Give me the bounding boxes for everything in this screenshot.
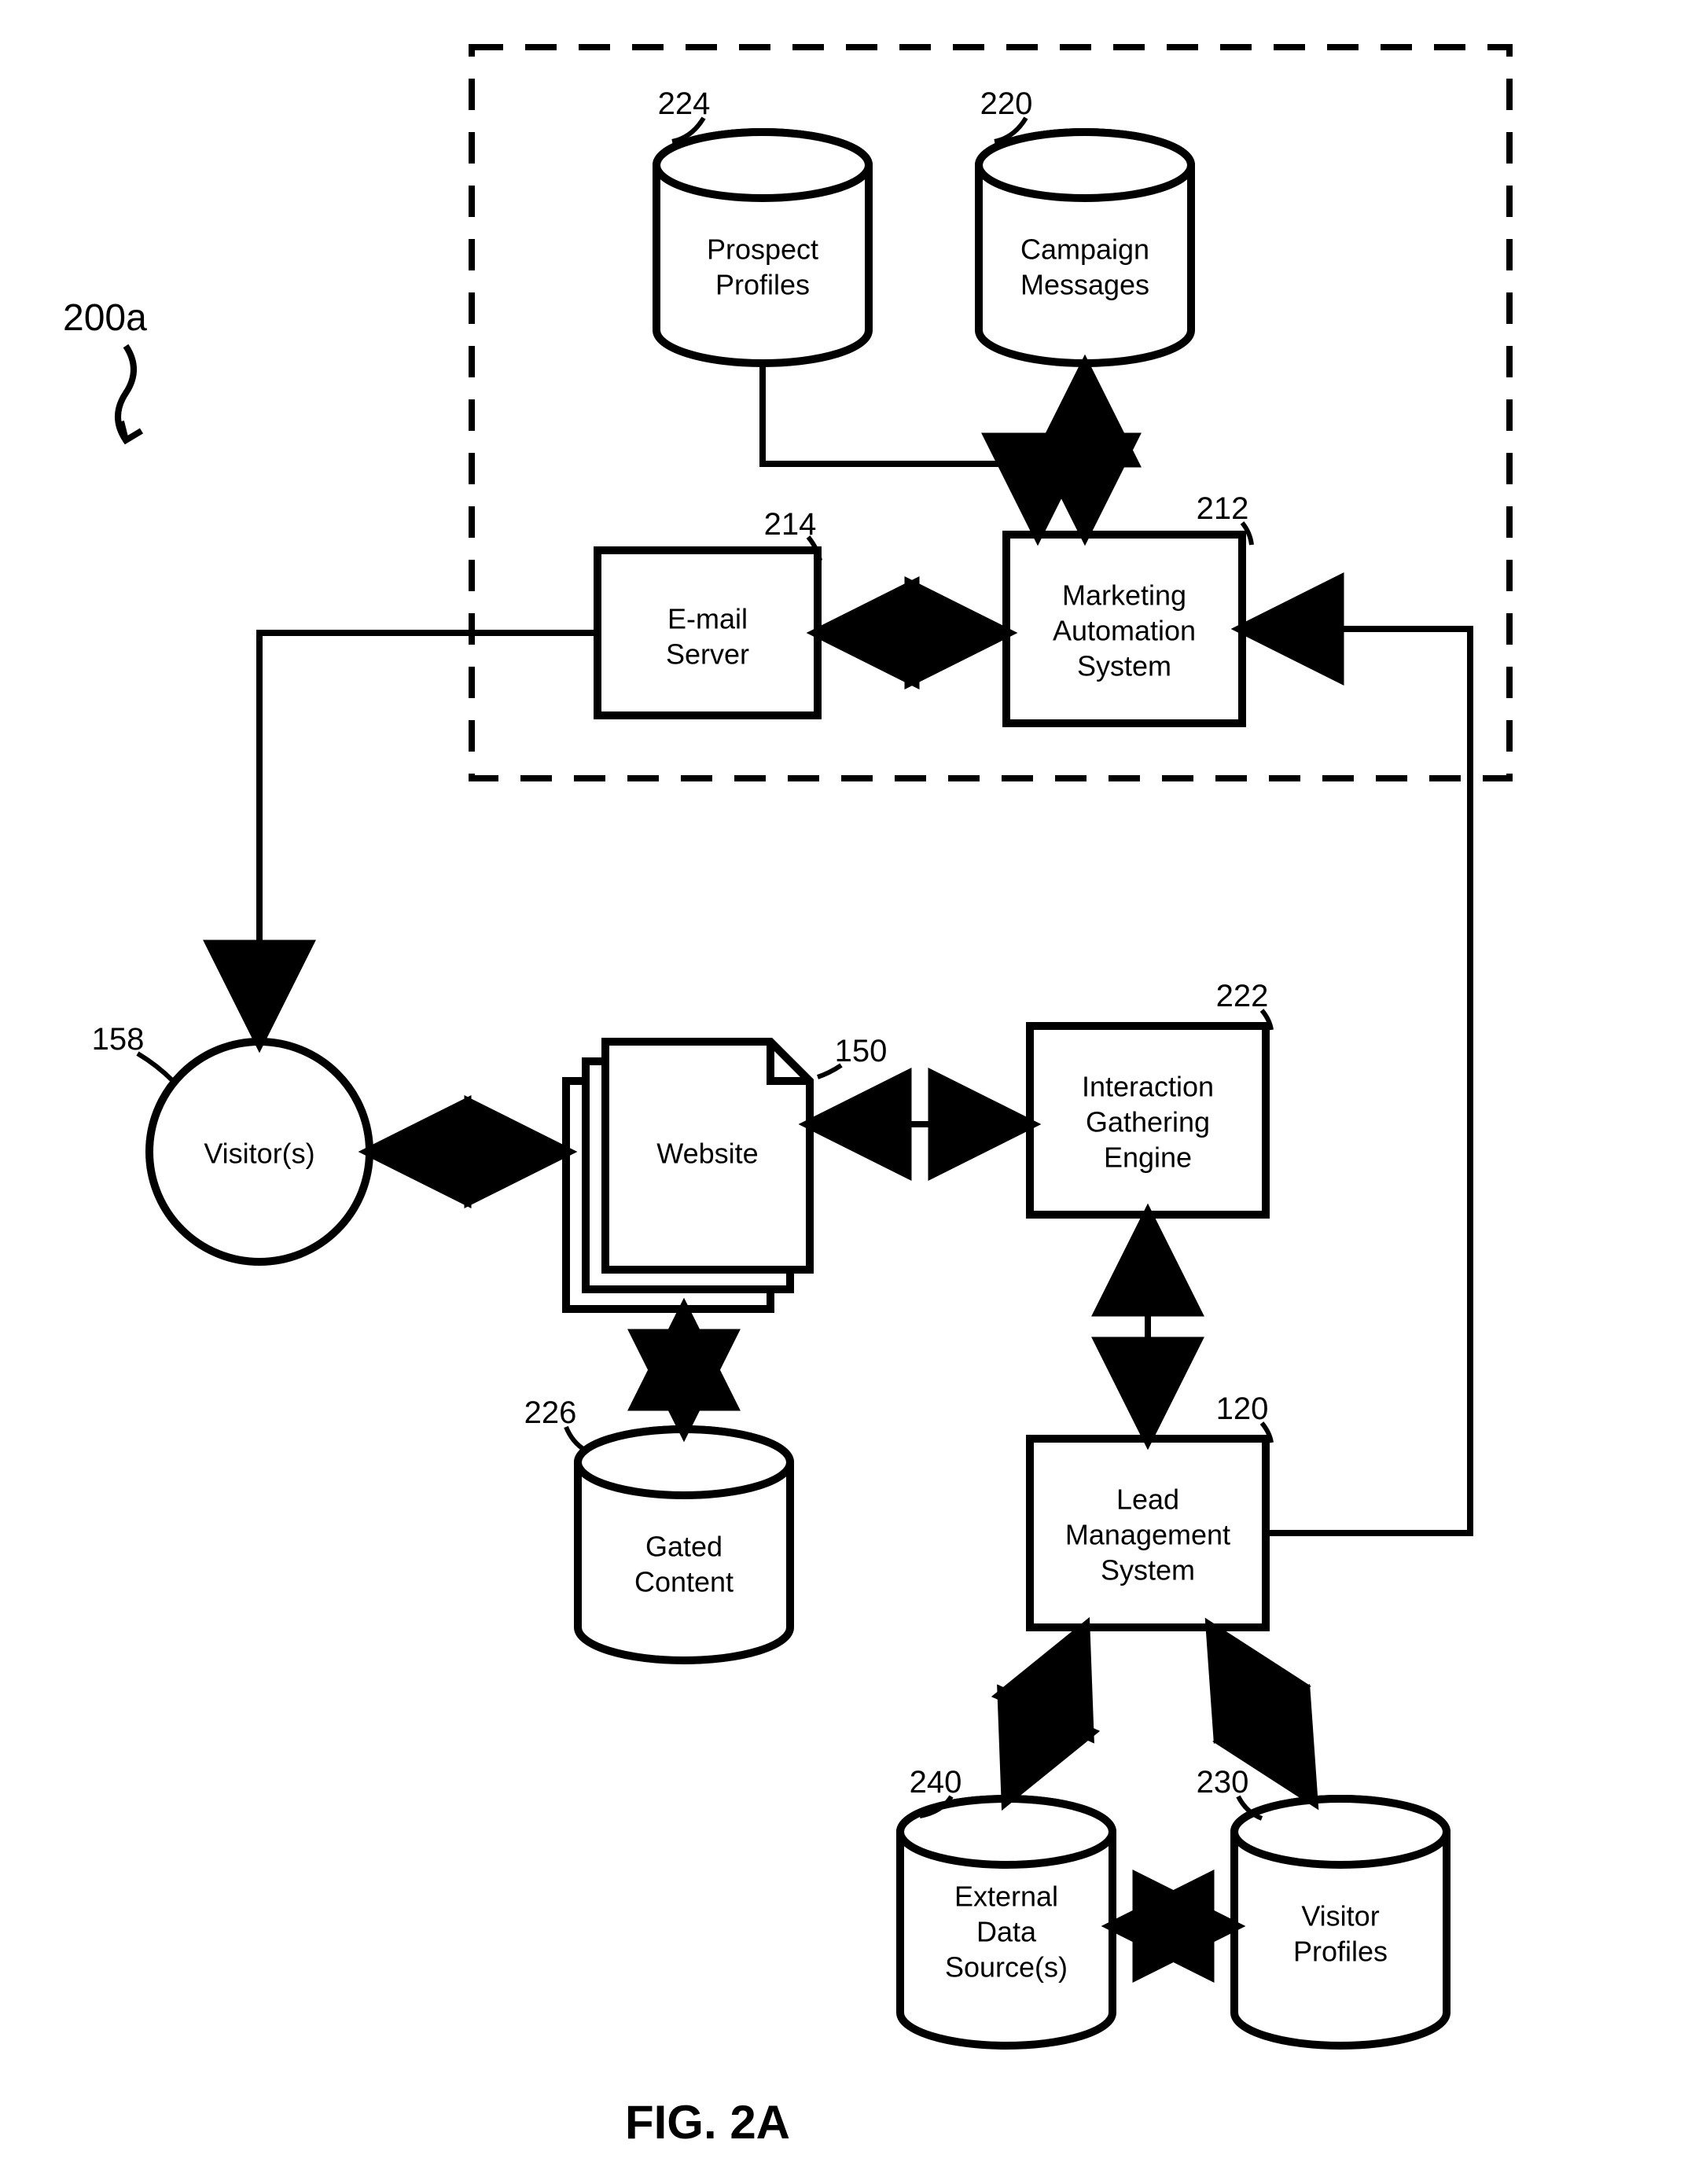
ref-leader-226 bbox=[566, 1427, 586, 1450]
marketing-auto-line3: System bbox=[1077, 650, 1171, 682]
gated-content-line2: Content bbox=[634, 1566, 734, 1598]
website-node: Website bbox=[566, 1042, 810, 1309]
visitors-line1: Visitor(s) bbox=[204, 1138, 314, 1170]
marketing-auto-ref: 212 bbox=[1197, 491, 1249, 526]
email-server-ref: 214 bbox=[764, 507, 817, 542]
ref-leader-158 bbox=[138, 1053, 173, 1081]
external-data-line2: Data bbox=[976, 1916, 1037, 1948]
interaction-engine-line2: Gathering bbox=[1086, 1106, 1210, 1138]
interaction-engine-line3: Engine bbox=[1104, 1142, 1192, 1174]
gated-content-line1: Gated bbox=[645, 1531, 723, 1563]
external-data-db: External Data Source(s) bbox=[900, 1799, 1112, 2046]
external-data-ref: 240 bbox=[910, 1765, 962, 1800]
prospect-profiles-line2: Profiles bbox=[715, 269, 810, 301]
campaign-messages-db: Campaign Messages bbox=[979, 132, 1191, 363]
marketing-auto-line1: Marketing bbox=[1062, 579, 1186, 612]
external-data-line3: Source(s) bbox=[945, 1951, 1068, 1984]
ref-leader-150 bbox=[818, 1065, 841, 1077]
external-data-line1: External bbox=[954, 1881, 1058, 1913]
email-server-line1: E-mail bbox=[667, 603, 748, 635]
interaction-engine-ref: 222 bbox=[1216, 979, 1269, 1013]
visitors-ref: 158 bbox=[92, 1022, 145, 1057]
visitor-profiles-ref: 230 bbox=[1197, 1765, 1249, 1800]
gated-content-ref: 226 bbox=[524, 1395, 577, 1430]
visitor-profiles-line2: Profiles bbox=[1293, 1936, 1388, 1968]
system-ref-label: 200a bbox=[63, 297, 147, 339]
gated-content-db: Gated Content bbox=[578, 1429, 790, 1660]
diagram-canvas: 200a Prospect Profiles 224 Campaign Mess… bbox=[0, 0, 1684, 2184]
system-ref-squiggle bbox=[118, 346, 142, 440]
website-line1: Website bbox=[656, 1138, 758, 1170]
lead-mgmt-line3: System bbox=[1101, 1554, 1195, 1587]
lead-mgmt-line1: Lead bbox=[1116, 1484, 1179, 1516]
edge-lead-external bbox=[1006, 1627, 1085, 1800]
visitor-profiles-db: Visitor Profiles bbox=[1234, 1799, 1447, 2046]
prospect-profiles-db: Prospect Profiles bbox=[656, 132, 869, 363]
lead-mgmt-ref: 120 bbox=[1216, 1392, 1269, 1426]
figure-caption: FIG. 2A bbox=[625, 2096, 790, 2149]
interaction-engine-line1: Interaction bbox=[1082, 1071, 1214, 1103]
edge-email-to-visitors bbox=[259, 633, 597, 1042]
prospect-profiles-ref: 224 bbox=[658, 86, 711, 121]
marketing-auto-line2: Automation bbox=[1053, 615, 1196, 647]
prospect-profiles-line1: Prospect bbox=[707, 233, 818, 266]
campaign-messages-line1: Campaign bbox=[1020, 233, 1149, 266]
website-ref: 150 bbox=[835, 1034, 888, 1068]
campaign-messages-ref: 220 bbox=[980, 86, 1033, 121]
campaign-messages-line2: Messages bbox=[1020, 269, 1149, 301]
edge-lead-to-marketing bbox=[1242, 629, 1470, 1533]
lead-mgmt-line2: Management bbox=[1065, 1519, 1230, 1551]
visitor-profiles-line1: Visitor bbox=[1301, 1900, 1379, 1932]
email-server-line2: Server bbox=[666, 638, 749, 671]
